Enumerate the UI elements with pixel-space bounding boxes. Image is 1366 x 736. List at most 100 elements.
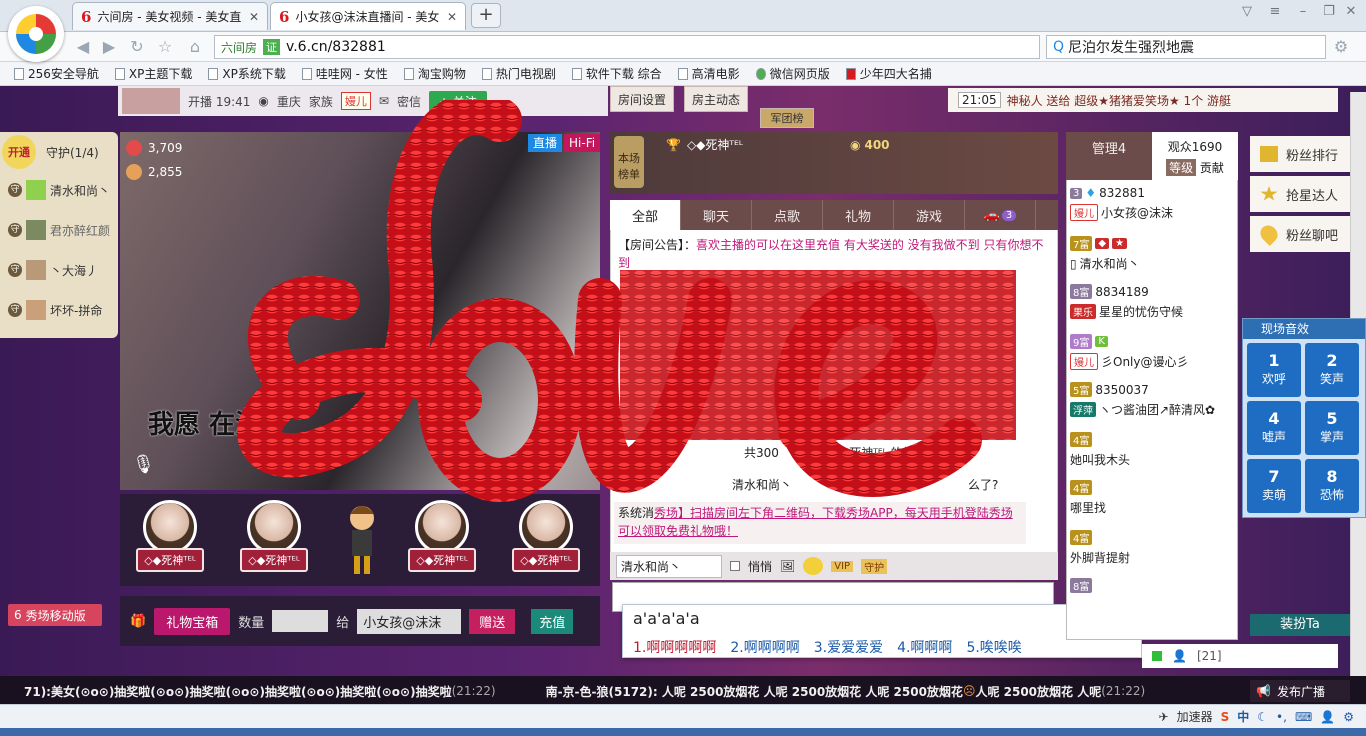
recharge-button[interactable]: 充值 xyxy=(531,608,574,634)
ime-mode[interactable]: 中 xyxy=(1237,708,1249,725)
ime-candidate[interactable]: 4.啊啊啊 xyxy=(897,637,952,657)
new-tab-button[interactable]: + xyxy=(471,3,501,28)
emoji-icon[interactable] xyxy=(803,557,824,575)
fan-seat[interactable]: ◇◆死神ᵀᴱᴸ xyxy=(496,500,596,584)
search-input[interactable]: 尼泊尔发生强烈地震 xyxy=(1068,37,1194,57)
bookmark-item[interactable]: 256安全导航 xyxy=(6,65,107,82)
sfx-horror-button[interactable]: 8 恐怖 xyxy=(1305,459,1359,513)
tab-admins[interactable]: 管理4 xyxy=(1066,132,1152,162)
accelerator-label[interactable]: 加速器 xyxy=(1177,708,1213,725)
dress-up-button[interactable]: 装扮Ta xyxy=(1250,614,1350,636)
image-icon[interactable]: 🖼 xyxy=(780,559,795,573)
user-list-item[interactable]: 8富 8834189 果乐 星星的忧伤守候 xyxy=(1070,284,1234,320)
user-list-item[interactable]: 8富 xyxy=(1070,578,1234,593)
minimize-icon[interactable]: – xyxy=(1292,4,1314,24)
ime-candidate[interactable]: 2.啊啊啊啊 xyxy=(730,637,799,657)
guard-open-button[interactable]: 开通 xyxy=(2,135,36,169)
vip-emoji-button[interactable]: VIP xyxy=(831,560,854,572)
guard-member[interactable]: 守丶大海丿 xyxy=(8,258,118,282)
close-icon[interactable]: ✕ xyxy=(249,10,259,24)
chat-target-select[interactable]: 清水和尚丶 xyxy=(616,554,722,578)
maximize-icon[interactable]: ❐ xyxy=(1318,4,1340,24)
user-list-item[interactable]: 3 ♦ 832881 嫚儿 小女孩@沫沫 xyxy=(1070,186,1234,221)
tab-songs[interactable]: 点歌 xyxy=(752,200,823,230)
search-box[interactable]: Q 尼泊尔发生强烈地震 xyxy=(1046,35,1326,59)
back-icon[interactable]: ◀ xyxy=(72,36,94,58)
host-avatar[interactable] xyxy=(122,88,180,114)
tab-audience[interactable]: 观众1690 等级 贡献 xyxy=(1152,132,1238,180)
mail-icon[interactable]: ✉ xyxy=(379,94,389,108)
user-list-item[interactable]: 4富 哪里找 xyxy=(1070,480,1234,516)
fans-chat-button[interactable]: 粉丝聊吧 xyxy=(1250,216,1350,252)
user-list-item[interactable]: 4富 她叫我木头 xyxy=(1070,432,1234,468)
fan-seat[interactable]: ◇◆死神ᵀᴱᴸ xyxy=(392,500,492,584)
sfx-cute-button[interactable]: 7 卖萌 xyxy=(1247,459,1301,513)
sfx-cheer-button[interactable]: 1 欢呼 xyxy=(1247,343,1301,397)
bookmark-item[interactable]: 热门电视剧 xyxy=(474,65,564,82)
skin-icon[interactable]: ▽ xyxy=(1236,4,1258,24)
family-tag[interactable]: 嫚儿 xyxy=(340,92,371,110)
host-news-button[interactable]: 房主动态 xyxy=(684,86,748,112)
bookmark-item[interactable]: 高清电影 xyxy=(670,65,748,82)
follow-button[interactable]: + 关注 xyxy=(429,90,487,112)
menu-icon[interactable]: ≡ xyxy=(1264,4,1286,24)
bookmark-item[interactable]: 软件下载 综合 xyxy=(564,65,670,82)
sfx-laugh-button[interactable]: 2 笑声 xyxy=(1305,343,1359,397)
mobile-version-button[interactable]: 6 秀场移动版 xyxy=(8,604,102,626)
star-grabber-button[interactable]: 抢星达人 xyxy=(1250,176,1350,212)
publish-broadcast-button[interactable]: 📢 发布广播 xyxy=(1250,680,1350,702)
sort-by-level[interactable]: 等级 xyxy=(1166,159,1197,176)
bookmark-item[interactable]: XP主题下载 xyxy=(107,65,200,82)
refresh-icon[interactable]: ↻ xyxy=(126,36,148,58)
whisper-checkbox[interactable] xyxy=(730,561,740,571)
url-text[interactable]: v.6.cn/832881 xyxy=(286,39,386,55)
tab-gifts[interactable]: 礼物 xyxy=(823,200,894,230)
browser-logo-icon[interactable] xyxy=(8,6,64,62)
send-gift-button[interactable]: 赠送 xyxy=(469,608,516,634)
qty-input[interactable] xyxy=(272,610,329,632)
ime-candidate[interactable]: 3.爱爱爱爱 xyxy=(814,637,883,657)
close-icon[interactable]: ✕ xyxy=(447,10,457,24)
gift-box-button[interactable]: 礼物宝箱 xyxy=(154,607,231,635)
tools-icon[interactable]: ⚙ xyxy=(1330,36,1352,58)
room-settings-button[interactable]: 房间设置 xyxy=(610,86,674,112)
ime-candidate[interactable]: 1.啊啊啊啊啊 xyxy=(633,637,716,657)
guard-member[interactable]: 守清水和尚丶 xyxy=(8,178,118,202)
user-list-item[interactable]: 5富 8350037 浮萍 ヽつ酱油团↗醉清风✿ xyxy=(1070,382,1234,418)
microphone-icon[interactable]: 🎙 xyxy=(132,454,155,475)
dm-button[interactable]: 密信 xyxy=(397,93,421,110)
quality-badge[interactable]: Hi-Fi xyxy=(564,134,601,152)
tab-live-room[interactable]: 6 小女孩@沫沫直播间 - 美女 ✕ xyxy=(270,2,466,30)
bookmark-item[interactable]: 微信网页版 xyxy=(748,65,838,82)
address-bar[interactable]: 六间房 证 v.6.cn/832881 xyxy=(214,35,1040,59)
sort-by-contrib[interactable]: 贡献 xyxy=(1200,161,1224,175)
guard-member[interactable]: 守坏坏-拼命 xyxy=(8,298,118,322)
bookmark-item[interactable]: 淘宝购物 xyxy=(396,65,474,82)
home-icon[interactable]: ⌂ xyxy=(184,36,206,58)
guard-emoji-button[interactable]: 守护 xyxy=(861,558,888,574)
favorite-icon[interactable]: ☆ xyxy=(154,36,176,58)
tab-six-rooms[interactable]: 6 六间房 - 美女视频 - 美女直 ✕ xyxy=(72,2,268,30)
fan-seat[interactable]: ◇◆死神ᵀᴱᴸ xyxy=(120,500,220,584)
recipient-select[interactable]: 小女孩@沫沫 xyxy=(357,608,462,634)
guard-member[interactable]: 守君亦醉红颜 xyxy=(8,218,118,242)
user-list-item[interactable]: 9富 K 嫚儿 彡Only@谩心彡 xyxy=(1070,334,1234,370)
forward-icon[interactable]: ▶ xyxy=(98,36,120,58)
user-list-item[interactable]: 7富 ◆ ★ ▯ 清水和尚丶 xyxy=(1070,236,1234,272)
fans-rank-button[interactable]: 粉丝排行 xyxy=(1250,136,1350,172)
army-rank-button[interactable]: 军团榜 xyxy=(760,108,814,128)
rank-list-button[interactable]: 本场榜单 xyxy=(614,136,644,188)
bookmark-item[interactable]: 哇哇网 - 女性 xyxy=(294,65,396,82)
sfx-applause-button[interactable]: 5 掌声 xyxy=(1305,401,1359,455)
top-user[interactable]: ◇◆死神ᵀᴱᴸ xyxy=(687,136,743,153)
user-list-item[interactable]: 4富 外脚背提射 xyxy=(1070,530,1234,566)
sfx-boo-button[interactable]: 4 嘘声 xyxy=(1247,401,1301,455)
close-window-icon[interactable]: ✕ xyxy=(1340,4,1362,24)
tab-cars[interactable]: 🚗 3 xyxy=(965,200,1036,230)
tab-games[interactable]: 游戏 xyxy=(894,200,965,230)
fan-seat[interactable]: ◇◆死神ᵀᴱᴸ xyxy=(224,500,324,584)
bookmark-item[interactable]: 少年四大名捕 xyxy=(838,65,940,82)
tab-chat[interactable]: 聊天 xyxy=(681,200,752,230)
bookmark-item[interactable]: XP系统下载 xyxy=(200,65,293,82)
ime-candidate[interactable]: 5.唉唉唉 xyxy=(966,637,1021,657)
